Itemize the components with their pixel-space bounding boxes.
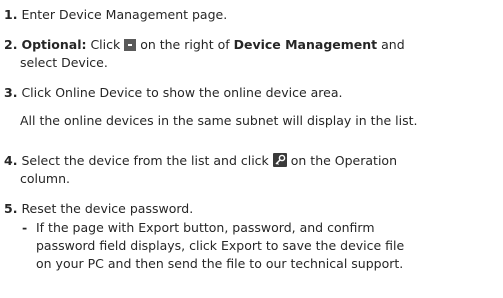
step-2: 2. Optional: Click on the right of Devic… [4, 36, 405, 55]
bullet-dash: - [22, 220, 28, 235]
step-2-number: 2. [4, 37, 18, 52]
step-4-text-b: on the Operation [286, 153, 397, 168]
bullet-line-3: on your PC and then send the file to our… [36, 256, 404, 271]
step-3-text: Click Online Device to show the online d… [21, 85, 343, 100]
key-edit-icon [272, 153, 287, 171]
step-2-optional-label: Optional: [21, 37, 87, 52]
step-2-text-a: Click [86, 37, 125, 52]
step-1: 1. Enter Device Management page. [4, 6, 227, 23]
dropdown-square-icon [124, 38, 137, 55]
step-5-number: 5. [4, 201, 18, 216]
bullet-line-1: If the page with Export button, password… [36, 220, 375, 235]
step-2-bold-term: Device Management [233, 37, 378, 52]
step-3-note: All the online devices in the same subne… [20, 113, 418, 128]
step-5: 5. Reset the device password. [4, 200, 193, 217]
step-4-text-a: Select the device from the list and clic… [21, 153, 273, 168]
step-2-text-c: and [377, 37, 405, 52]
step-4: 4. Select the device from the list and c… [4, 152, 397, 171]
step-3: 3. Click Online Device to show the onlin… [4, 84, 342, 101]
step-5-text: Reset the device password. [21, 201, 194, 216]
step-4-line-2: column. [20, 171, 70, 186]
step-2-line-2: select Device. [20, 55, 108, 70]
bullet-line-2: password field displays, click Export to… [36, 238, 405, 253]
step-1-number: 1. [4, 7, 18, 22]
procedure-document: 1. Enter Device Management page. 2. Opti… [0, 0, 503, 298]
step-1-text: Enter Device Management page. [21, 7, 228, 22]
step-3-number: 3. [4, 85, 18, 100]
step-4-number: 4. [4, 153, 18, 168]
step-2-text-b: on the right of [136, 37, 234, 52]
